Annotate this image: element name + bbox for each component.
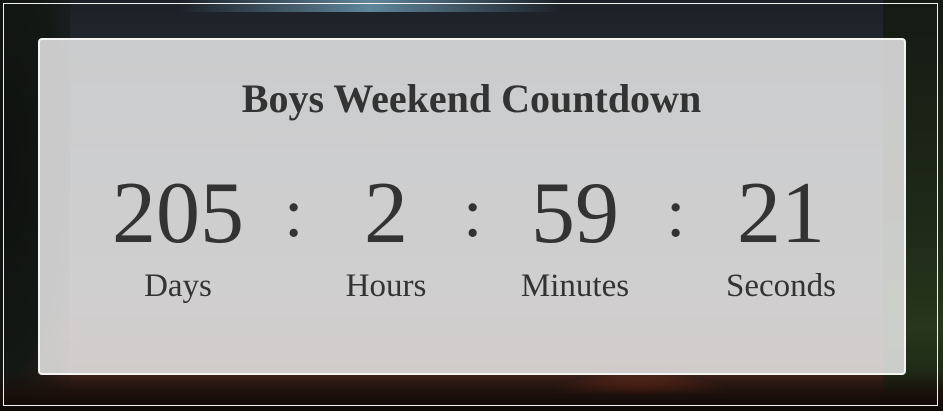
countdown-hours: 2 Hours xyxy=(320,165,452,305)
countdown-minutes: 59 Minutes xyxy=(505,165,645,305)
seconds-value: 21 xyxy=(737,165,825,262)
hours-label: Hours xyxy=(345,268,427,304)
countdown-days: 205 Days xyxy=(98,165,258,305)
hours-value: 2 xyxy=(364,165,408,262)
countdown-seconds: 21 Seconds xyxy=(705,165,857,305)
separator-2: : xyxy=(463,175,483,252)
countdown-title: Boys Weekend Countdown xyxy=(241,76,702,121)
minutes-label: Minutes xyxy=(520,268,630,304)
minutes-value: 59 xyxy=(531,165,619,262)
seconds-label: Seconds xyxy=(726,268,836,304)
days-label: Days xyxy=(144,268,212,304)
separator-1: : xyxy=(284,175,304,252)
separator-3: : xyxy=(666,175,686,252)
days-value: 205 xyxy=(112,165,244,262)
